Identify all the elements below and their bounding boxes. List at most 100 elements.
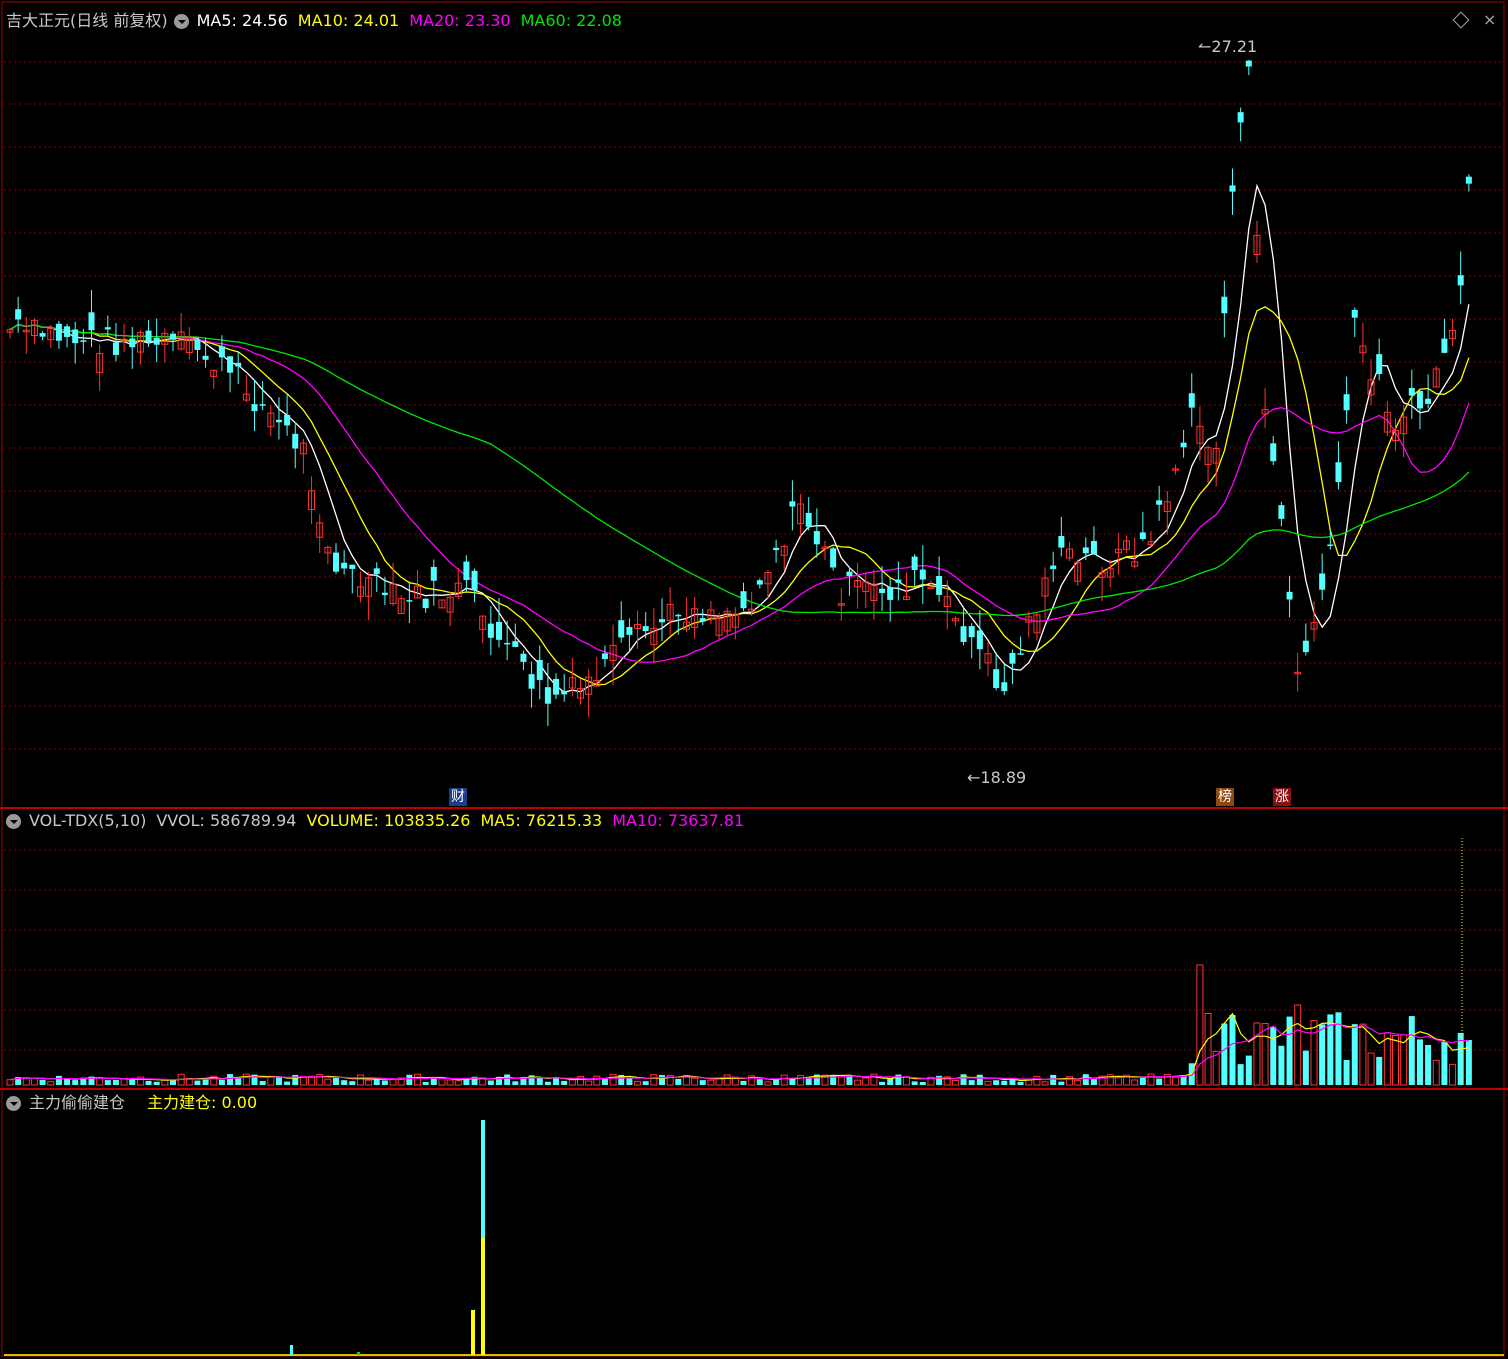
volume-bar: [1408, 1016, 1415, 1085]
volume-bar: [561, 1080, 568, 1085]
vol-indicator-name[interactable]: VOL-TDX(5,10): [29, 810, 146, 832]
volume-bar: [544, 1081, 551, 1085]
indicator-bar: [471, 1310, 475, 1355]
volume-bar: [936, 1075, 943, 1085]
candle: [984, 642, 992, 677]
candle-body: [251, 404, 258, 412]
volume-bar: [626, 1078, 633, 1085]
ma5-value: MA5: 24.56: [196, 11, 288, 30]
volume-bar: [1383, 1032, 1391, 1086]
candle: [936, 556, 943, 602]
volume-bar: [862, 1077, 870, 1086]
candle: [919, 545, 926, 605]
candle-body: [968, 626, 975, 638]
stock-chart[interactable]: [0, 0, 1508, 1359]
dropdown-icon[interactable]: [6, 813, 21, 829]
candle: [830, 546, 837, 571]
candle: [1188, 373, 1195, 427]
ma5-line: [9, 183, 1470, 694]
volume-bar: [218, 1079, 225, 1085]
volume-bar: [454, 1080, 462, 1086]
candle-body: [601, 653, 608, 660]
volume-bar: [968, 1080, 975, 1085]
candle-body: [64, 326, 71, 337]
vol-ma10-value: MA10: 73637.81: [612, 811, 745, 830]
candle-body: [740, 591, 747, 609]
volume-bar: [764, 1081, 772, 1086]
volume-bar: [993, 1080, 1000, 1085]
volume-bar: [1114, 1077, 1122, 1086]
candle: [650, 608, 658, 664]
candle-body: [1457, 275, 1464, 286]
candle: [333, 543, 339, 574]
volume-bar: [161, 1079, 169, 1086]
volume-bar: [1147, 1073, 1155, 1086]
candle: [1302, 623, 1309, 656]
candle: [1261, 387, 1269, 429]
candle: [55, 320, 62, 349]
volume-bar: [634, 1080, 642, 1086]
volume-bar: [976, 1074, 983, 1085]
volume-bar: [356, 1074, 364, 1086]
candle-body: [895, 579, 902, 583]
candle: [1351, 307, 1358, 338]
close-icon[interactable]: ×: [1483, 10, 1496, 29]
candle: [1237, 107, 1244, 142]
candle-body: [496, 621, 502, 640]
candle: [235, 352, 242, 384]
candle-body: [512, 641, 519, 647]
candle: [895, 561, 902, 601]
volume-bar: [227, 1074, 234, 1085]
candle-body: [846, 571, 853, 577]
volume-bar: [120, 1078, 128, 1086]
candle: [1017, 636, 1024, 655]
volume-bar: [895, 1074, 902, 1085]
volume-bar: [1343, 1059, 1350, 1085]
candle: [1123, 535, 1131, 553]
candle: [299, 438, 307, 474]
candle: [487, 605, 494, 656]
volume-bar: [740, 1080, 747, 1085]
volume-bar: [284, 1081, 291, 1085]
candle: [64, 323, 71, 348]
candle: [1376, 338, 1383, 381]
candle-body: [1245, 60, 1252, 67]
candle-body: [406, 600, 413, 602]
candle-body: [1465, 176, 1472, 184]
candle: [6, 328, 14, 339]
dragon-tiger-list-badge[interactable]: 榜: [1216, 788, 1234, 806]
volume-bar: [756, 1079, 763, 1085]
candle-body: [553, 678, 560, 695]
volume-bar: [536, 1077, 543, 1085]
low-price-label: 18.89: [980, 768, 1027, 787]
dropdown-icon[interactable]: [6, 1095, 21, 1111]
dropdown-icon[interactable]: [173, 13, 189, 29]
candle: [1066, 541, 1073, 562]
limit-up-badge[interactable]: 涨: [1273, 788, 1291, 806]
candle: [259, 380, 266, 411]
volume-bar: [1261, 1022, 1269, 1086]
candle: [723, 607, 731, 636]
candle: [601, 645, 608, 667]
stock-title[interactable]: 吉大正元(日线 前复权): [6, 10, 168, 32]
volume-bar: [887, 1078, 894, 1085]
candle: [1196, 406, 1204, 461]
candle: [797, 493, 805, 537]
volume-bar: [170, 1079, 176, 1085]
volume-bar: [854, 1079, 862, 1086]
financial-report-badge[interactable]: 财: [449, 788, 467, 806]
indicator-bar: [290, 1345, 293, 1355]
candle: [553, 673, 560, 699]
candle: [1229, 168, 1236, 215]
volume-header: VOL-TDX(5,10) VVOL: 586789.94 VOLUME: 10…: [6, 810, 754, 832]
candle-body: [936, 576, 943, 595]
volume-bar: [446, 1079, 454, 1086]
low-price-marker: ←18.89: [967, 768, 1027, 787]
volume-bar: [1229, 1015, 1236, 1085]
volume-bar: [568, 1079, 576, 1086]
volume-bar: [773, 1079, 780, 1085]
candle-body: [976, 630, 983, 650]
candle: [1319, 553, 1326, 601]
candle-body: [1327, 544, 1334, 546]
indicator-name[interactable]: 主力偷偷建仓: [29, 1092, 125, 1114]
